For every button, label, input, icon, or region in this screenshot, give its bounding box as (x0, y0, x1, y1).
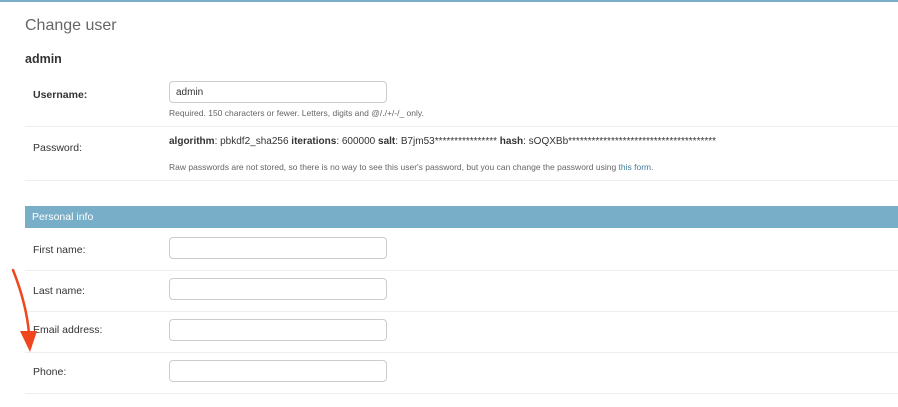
password-help-prefix: Raw passwords are not stored, so there i… (169, 162, 619, 172)
password-help-suffix: . (651, 162, 654, 172)
salt-value: : B7jm53**************** (395, 136, 500, 147)
form-row-username: Username: Required. 150 characters or fe… (25, 72, 898, 127)
last-name-input[interactable] (169, 278, 387, 300)
phone-label: Phone: (33, 366, 67, 378)
password-hash-summary: algorithm: pbkdf2_sha256 iterations: 600… (169, 136, 716, 147)
username-help-text: Required. 150 characters or fewer. Lette… (169, 108, 424, 118)
page-title: Change user (25, 17, 117, 34)
form-row-first-name: First name: (25, 229, 898, 271)
email-label: Email address: (33, 324, 103, 336)
salt-label: salt (378, 136, 396, 147)
form-row-password: Password: algorithm: pbkdf2_sha256 itera… (25, 127, 898, 181)
top-accent-bar (0, 0, 898, 2)
first-name-input[interactable] (169, 237, 387, 259)
form-row-phone: Phone: (25, 352, 898, 394)
hash-value: : sOQXBb********************************… (523, 136, 717, 147)
algorithm-value: : pbkdf2_sha256 (214, 136, 292, 147)
password-help-text: Raw passwords are not stored, so there i… (169, 162, 654, 172)
last-name-label: Last name: (33, 285, 85, 297)
password-label: Password: (33, 142, 83, 154)
username-input[interactable] (169, 81, 387, 103)
change-password-link[interactable]: this form (619, 162, 652, 172)
form-row-email: Email address: (25, 311, 898, 353)
iterations-value: : 600000 (336, 136, 379, 147)
email-input[interactable] (169, 319, 387, 341)
phone-input[interactable] (169, 360, 387, 382)
algorithm-label: algorithm (169, 136, 215, 147)
iterations-label: iterations (291, 136, 337, 147)
username-label: Username: (33, 89, 88, 101)
form-row-last-name: Last name: (25, 270, 898, 312)
hash-label: hash (499, 136, 524, 147)
object-name: admin (25, 52, 62, 66)
personal-info-header: Personal info (25, 206, 898, 228)
first-name-label: First name: (33, 244, 86, 256)
